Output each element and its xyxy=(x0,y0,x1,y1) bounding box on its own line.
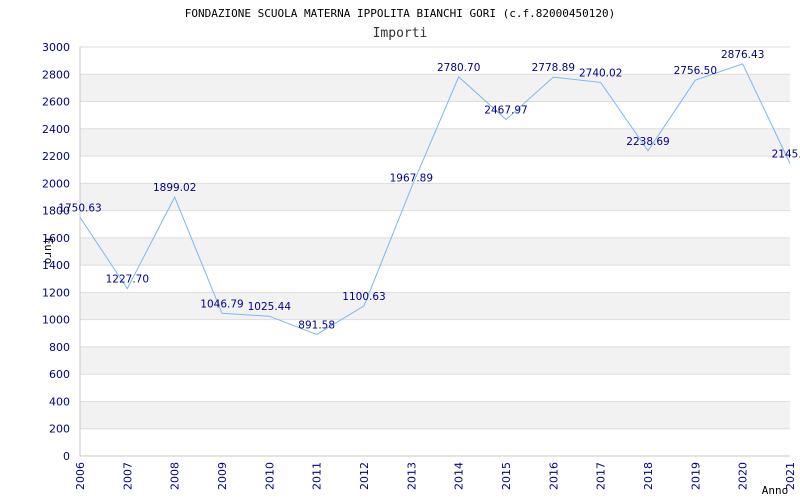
x-tick-label: 2017 xyxy=(595,462,608,490)
x-tick-label: 2016 xyxy=(547,462,560,490)
x-tick-label: 2006 xyxy=(74,462,87,490)
x-tick-label: 2007 xyxy=(121,462,134,490)
data-label: 1100.63 xyxy=(342,291,385,303)
data-label: 2876.43 xyxy=(721,49,764,61)
grid-band xyxy=(80,292,790,320)
chart-subtitle: Importi xyxy=(373,26,428,41)
y-tick-label: 3000 xyxy=(42,41,70,54)
y-tick-label: 200 xyxy=(49,423,70,436)
grid-band xyxy=(80,237,790,266)
data-label: 1025.44 xyxy=(248,301,292,313)
y-tick-label: 1200 xyxy=(42,286,70,299)
data-label: 2238.69 xyxy=(626,136,669,148)
data-label: 1046.79 xyxy=(200,298,243,310)
y-tick-label: 800 xyxy=(49,341,70,354)
grid-band xyxy=(80,346,790,375)
y-axis-label: Euro xyxy=(42,238,55,265)
x-tick-label: 2009 xyxy=(216,462,229,490)
grid-bands xyxy=(80,74,790,429)
x-axis-label: Anno xyxy=(762,484,789,497)
data-label: 1750.63 xyxy=(58,202,101,214)
y-tick-label: 1000 xyxy=(42,314,70,327)
data-label: 891.58 xyxy=(298,319,335,331)
x-tick-label: 2019 xyxy=(689,462,702,490)
x-tick-label: 2011 xyxy=(311,462,324,490)
data-label: 1967.89 xyxy=(390,173,433,185)
data-label: 1899.02 xyxy=(153,182,196,194)
x-tick-label: 2008 xyxy=(169,462,182,490)
chart-title: FONDAZIONE SCUOLA MATERNA IPPOLITA BIANC… xyxy=(185,7,615,20)
y-tick-label: 400 xyxy=(49,395,70,408)
data-label: 2780.70 xyxy=(437,62,480,74)
chart: 0 200 400 600 800 1000 1200 1400 1600 1800 2000 220… xyxy=(0,0,800,500)
grid-band xyxy=(80,401,790,429)
x-tick-label: 2013 xyxy=(405,462,418,490)
y-tick-label: 600 xyxy=(49,368,70,381)
x-tick-labels: 2006 2007 2008 2009 2010 2011 2012 2013 2014 2015… xyxy=(74,462,797,490)
y-tick-label: 2400 xyxy=(42,123,70,136)
y-tick-label: 2600 xyxy=(42,96,70,109)
x-tick-label: 2015 xyxy=(500,462,513,490)
x-tick-label: 2012 xyxy=(358,462,371,490)
x-tick-label: 2020 xyxy=(737,462,750,490)
data-label: 2778.89 xyxy=(532,62,575,74)
x-tick-label: 2010 xyxy=(263,462,276,490)
data-label: 1227.70 xyxy=(106,274,149,286)
data-label: 2756.50 xyxy=(674,65,717,77)
y-tick-label: 2800 xyxy=(42,68,70,81)
data-label: 2740.02 xyxy=(579,67,622,79)
data-label: 2467.97 xyxy=(484,105,527,117)
line-chart: 0200400600800100012001400160018002000220… xyxy=(42,7,800,497)
x-tick-label: 2014 xyxy=(453,462,466,490)
x-tick-label: 2018 xyxy=(642,462,655,490)
y-tick-label: 0 xyxy=(63,450,70,463)
y-tick-label: 2000 xyxy=(42,177,70,190)
data-label: 2145.3 xyxy=(772,149,800,161)
y-tick-label: 2200 xyxy=(42,150,70,163)
